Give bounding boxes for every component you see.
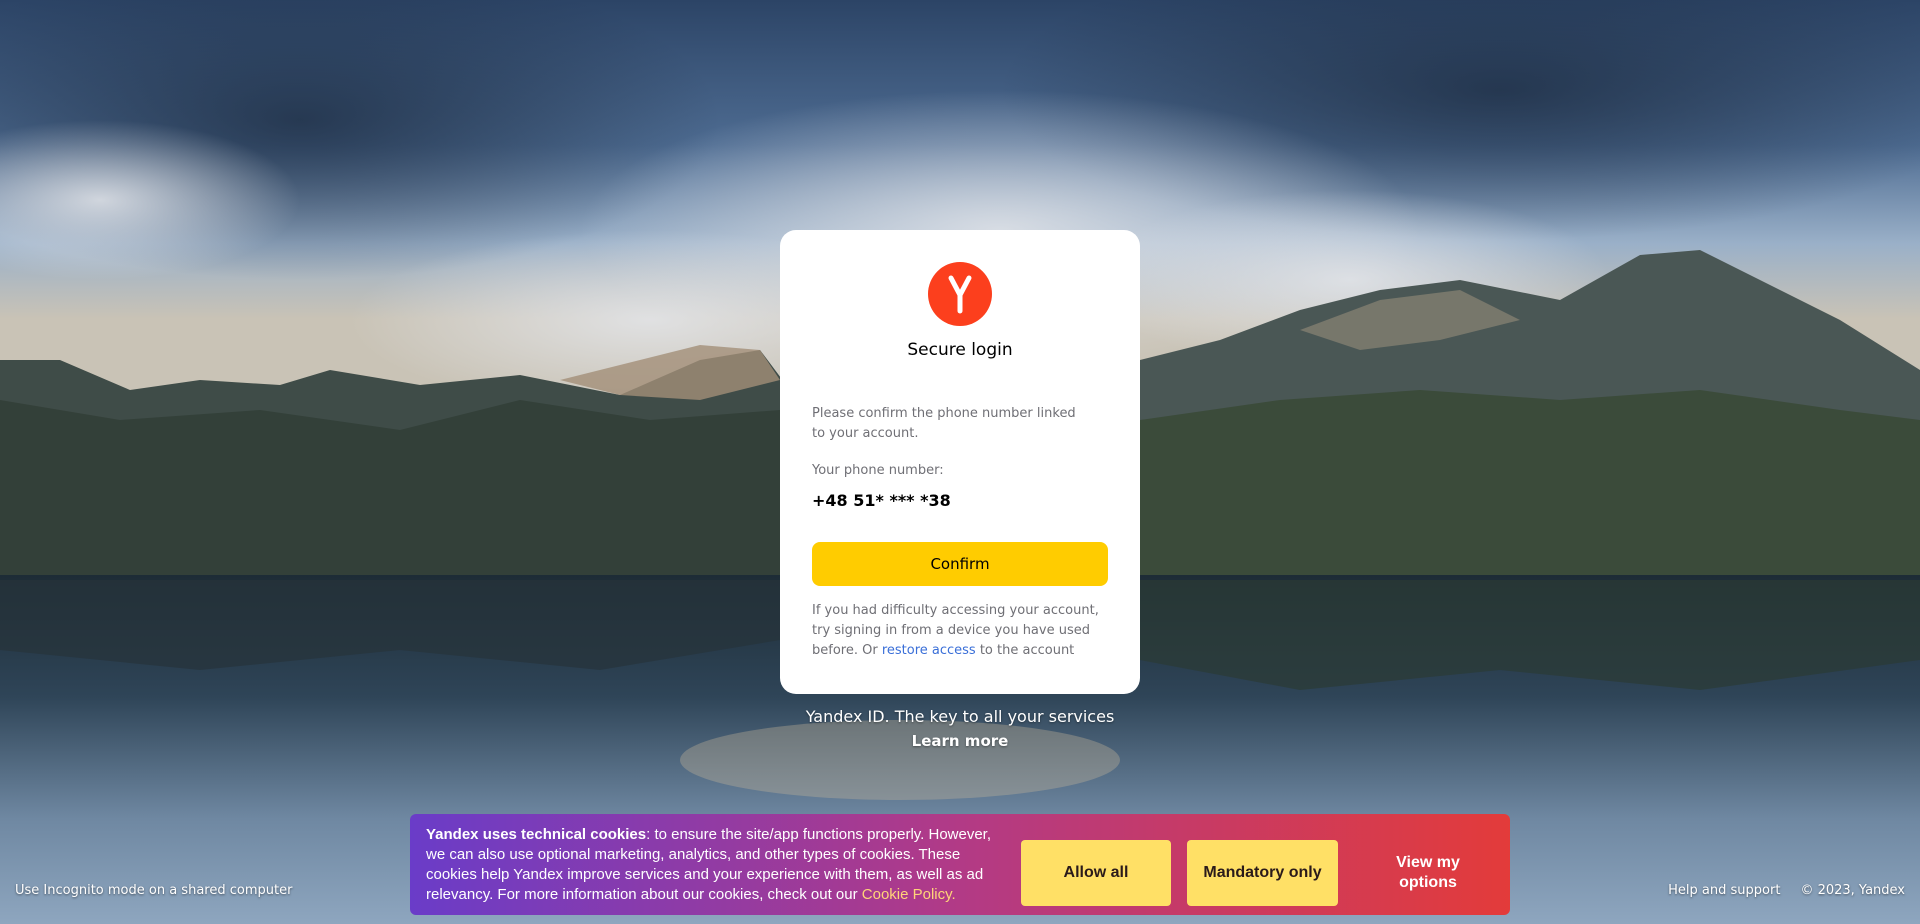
cookie-banner: Yandex uses technical cookies: to ensure…	[410, 814, 1510, 915]
cookie-banner-text: Yandex uses technical cookies: to ensure…	[426, 825, 1006, 905]
phone-number-value: +48 51* *** *38	[812, 491, 951, 510]
phone-label: Your phone number:	[812, 463, 944, 478]
confirm-prompt-text: Please confirm the phone number linked t…	[812, 406, 1076, 441]
learn-more-link[interactable]: Learn more	[780, 732, 1140, 750]
promo-tagline: Yandex ID. The key to all your services	[805, 707, 1115, 726]
restore-access-link[interactable]: restore access	[882, 643, 976, 658]
yandex-logo-icon	[928, 262, 992, 326]
page-title: Secure login	[907, 340, 1013, 360]
cookie-policy-link[interactable]: Cookie Policy.	[862, 886, 956, 903]
cookie-banner-heading: Yandex uses technical cookies	[426, 826, 647, 843]
mandatory-only-button[interactable]: Mandatory only	[1187, 840, 1338, 906]
view-my-options-button[interactable]: View my options	[1358, 840, 1498, 906]
help-text: If you had difficulty accessing your acc…	[812, 601, 1112, 661]
allow-all-button[interactable]: Allow all	[1021, 840, 1171, 906]
help-and-support-link[interactable]: Help and support	[1668, 883, 1780, 898]
incognito-hint: Use Incognito mode on a shared computer	[15, 883, 293, 898]
footer-links: Help and support © 2023, Yandex	[1668, 883, 1905, 898]
copyright-text: © 2023, Yandex	[1800, 883, 1905, 898]
help-text-part2: to the account	[975, 643, 1075, 658]
login-card: Secure login Please confirm the phone nu…	[780, 230, 1140, 694]
confirm-button[interactable]: Confirm	[812, 542, 1108, 586]
